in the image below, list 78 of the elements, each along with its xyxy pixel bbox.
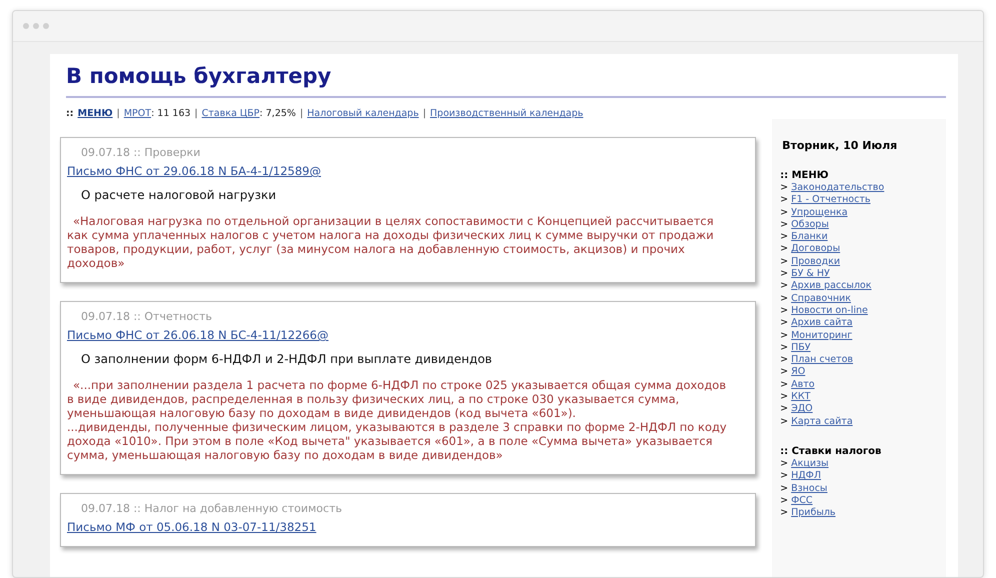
nav-separator: |	[422, 108, 426, 119]
sidebar-link[interactable]: НДФЛ	[791, 470, 821, 482]
article-meta: 09.07.18 :: Проверки	[81, 146, 202, 159]
bullet-mark: >	[780, 458, 788, 469]
article-heading: О расчете налоговой нагрузки	[81, 188, 278, 202]
bullet-mark: >	[780, 206, 788, 218]
bullet-mark: >	[780, 182, 788, 193]
bullet-mark: >	[780, 494, 788, 506]
sidebar-date: Вторник, 10 Июля	[782, 139, 898, 152]
bullet-mark: >	[780, 292, 788, 304]
nav-value: : 7,25%	[260, 108, 296, 119]
bullet-mark: >	[780, 403, 788, 414]
bullet-mark: >	[780, 391, 788, 402]
sidebar-link[interactable]: Карта сайта	[791, 416, 853, 427]
sidebar-link[interactable]: Бланки	[791, 231, 828, 242]
sidebar-link[interactable]: Новости on-line	[791, 304, 868, 316]
bullet-mark: >	[780, 194, 788, 206]
nav-separator: |	[116, 108, 120, 119]
bullet-mark: >	[780, 354, 788, 366]
nav-link[interactable]: МЕНЮ	[78, 108, 113, 119]
article-link[interactable]: Письмо ФНС от 29.06.18 N БА-4-1/12589@	[67, 164, 732, 178]
bullet-mark: >	[780, 243, 788, 254]
bullet-mark: >	[780, 268, 788, 280]
bullet-mark: >	[780, 342, 788, 353]
sidebar-link[interactable]: Акцизы	[791, 458, 829, 469]
nav-separator: |	[300, 108, 304, 119]
bullet-mark: >	[780, 482, 788, 494]
sidebar-link[interactable]: ККТ	[791, 391, 810, 402]
nav-link[interactable]: МРОТ	[124, 108, 152, 119]
article-quote: «Налоговая нагрузка по отдельной организации в целях сопоставимости с Концепцией рассчитывается как сумма уплаченных налогов с учетом налога на доходы физических лиц к сумме выручки от продажи товаров, продукции, работ, услуг (за минусом налога на добавленную стоимость, акцизов) и прочих доходов»	[67, 214, 715, 270]
nav-value: : 11 163	[151, 108, 191, 119]
sidebar-link[interactable]: Законодательство	[791, 182, 884, 193]
article-meta: 09.07.18 :: Налог на добавленную стоимость	[81, 502, 343, 515]
article-link[interactable]: Письмо МФ от 05.06.18 N 03-07-11/38251	[67, 520, 732, 534]
nav-prefix: ::	[66, 108, 74, 119]
sidebar-link[interactable]: Обзоры	[791, 218, 829, 230]
section-prefix: ::	[780, 170, 788, 181]
sidebar-link[interactable]: Архив рассылок	[791, 280, 872, 292]
nav-link[interactable]: Ставка ЦБР	[202, 108, 260, 119]
section-title: МЕНЮ	[792, 170, 828, 181]
sidebar-link[interactable]: План счетов	[791, 354, 854, 366]
bullet-mark: >	[780, 470, 788, 482]
bullet-mark: >	[780, 330, 788, 341]
bullet-mark: >	[780, 304, 788, 316]
sidebar-link[interactable]: Проводки	[791, 256, 840, 267]
bullet-mark: >	[780, 231, 788, 242]
sidebar-link[interactable]: Упрощенка	[791, 206, 848, 218]
section-prefix: ::	[780, 446, 788, 457]
bullet-mark: >	[780, 317, 788, 328]
nav-link[interactable]: Производственный календарь	[430, 108, 584, 119]
sidebar-link[interactable]: ЯО	[791, 366, 806, 378]
site-title: В помощь бухгалтеру	[66, 64, 332, 90]
sidebar-link[interactable]: БУ & НУ	[791, 268, 830, 280]
nav-separator: |	[194, 108, 198, 119]
article-quote: «...при заполнении раздела 1 расчета по форме 6-НДФЛ по строке 025 указывается общая сумма доходов в виде дивидендов, распределенная в пользу физических лиц, а по строке 030 указывается сумма, уменьшающая налоговую базу по доходам в виде дивидендов (код вычета «601»). ...дивиденды, полученные физическим лицом, указываются в разделе 3 справки по форме 2-НДФЛ по коду дохода «1010». При этом в поле «Код вычета" указывается «601», а в поле «Сумма вычета» указывается сумма, уменьшающая налоговую базу по доходам в виде дивидендов»	[67, 378, 728, 462]
article-meta: 09.07.18 :: Отчетность	[81, 310, 213, 323]
sidebar-link[interactable]: ПБУ	[791, 342, 811, 353]
article-heading: О заполнении форм 6-НДФЛ и 2-НДФЛ при выплате дивидендов	[81, 352, 493, 366]
sidebar-link[interactable]: Прибыль	[791, 507, 836, 518]
article-link[interactable]: Письмо ФНС от 26.06.18 N БС-4-11/12266@	[67, 328, 732, 342]
bullet-mark: >	[780, 366, 788, 378]
sidebar-link[interactable]: Авто	[791, 378, 815, 390]
sidebar-link[interactable]: Взносы	[791, 482, 828, 494]
nav-link[interactable]: Налоговый календарь	[307, 108, 419, 119]
bullet-mark: >	[780, 280, 788, 292]
sidebar-link[interactable]: Мониторинг	[791, 330, 852, 341]
bullet-mark: >	[780, 416, 788, 427]
sidebar-link[interactable]: Справочник	[791, 292, 851, 304]
sidebar-link[interactable]: Архив сайта	[791, 317, 853, 328]
sidebar-link[interactable]: ЭДО	[791, 403, 813, 414]
sidebar-link[interactable]: F1 - Отчетность	[791, 194, 870, 206]
bullet-mark: >	[780, 507, 788, 518]
section-title: Ставки налогов	[792, 446, 882, 457]
bullet-mark: >	[780, 378, 788, 390]
bullet-mark: >	[780, 256, 788, 267]
bullet-mark: >	[780, 218, 788, 230]
sidebar-link[interactable]: ФСС	[791, 494, 813, 506]
sidebar-link[interactable]: Договоры	[791, 243, 840, 254]
